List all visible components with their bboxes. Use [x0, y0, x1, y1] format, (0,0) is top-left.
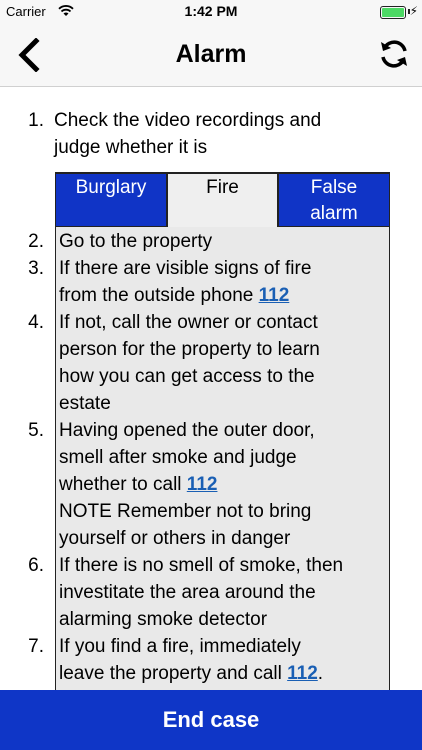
step-1-line: judge whether it is — [54, 137, 208, 158]
status-time: 1:42 PM — [184, 3, 238, 19]
tab-label: Burglary — [75, 177, 147, 198]
step-line: estate — [59, 393, 111, 414]
tab-false-alarm[interactable]: False alarm — [278, 173, 390, 227]
emergency-number-link[interactable]: 112 — [259, 285, 290, 306]
end-case-button[interactable]: End case — [0, 690, 422, 750]
step-line-text: whether to call — [59, 474, 187, 495]
tab-label: False — [310, 177, 358, 198]
step-line: yourself or others in danger — [59, 528, 291, 549]
step-line-text: from the outside phone — [59, 285, 259, 306]
step-line: Go to the property — [59, 231, 213, 252]
refresh-icon[interactable] — [378, 38, 410, 70]
step-line: NOTE Remember not to bring — [59, 501, 312, 522]
step-line: person for the property to learn — [59, 339, 320, 360]
step-number: 6. — [28, 555, 44, 576]
step-line: from the outside phone 112 — [59, 282, 384, 309]
battery-icon — [380, 6, 406, 19]
step-line-text: . — [317, 663, 324, 684]
step-line: leave the property and call 112. — [59, 660, 384, 687]
alarm-instructions: 1. Check the video recordings and judge … — [0, 86, 422, 690]
emergency-number-link[interactable]: 112 — [187, 474, 218, 495]
step-line: If there are visible signs of fire — [59, 258, 312, 279]
step-line: investitate the area around the — [59, 582, 316, 603]
step-number: 5. — [28, 420, 44, 441]
tab-fire[interactable]: Fire — [167, 173, 278, 227]
navigation-bar: Alarm — [0, 24, 422, 87]
tab-label: alarm — [310, 203, 358, 224]
step-number: 2. — [28, 231, 44, 252]
step-number: 1. — [28, 110, 44, 131]
step-line: smell after smoke and judge — [59, 447, 297, 468]
step-line: how you can get access to the — [59, 366, 315, 387]
step-line-text: leave the property and call — [59, 663, 288, 684]
step-number: 7. — [28, 636, 44, 657]
status-bar: Carrier 1:42 PM ⚡ — [0, 0, 422, 24]
step-line: whether to call 112 — [59, 471, 384, 498]
step-1-line: Check the video recordings and — [54, 110, 322, 131]
page-title: Alarm — [175, 40, 247, 68]
emergency-number-link[interactable]: 112 — [287, 663, 318, 684]
step-number: 3. — [28, 258, 44, 279]
step-line: Having opened the outer door, — [59, 420, 315, 441]
step-line: If you find a fire, immediately — [59, 636, 301, 657]
step-number: 4. — [28, 312, 44, 333]
tab-label: Fire — [206, 177, 239, 198]
tab-burglary[interactable]: Burglary — [55, 173, 167, 227]
step-line: alarming smoke detector — [59, 609, 268, 630]
step-line: If there is no smell of smoke, then — [59, 555, 344, 576]
charging-bolt-icon: ⚡ — [409, 4, 418, 18]
step-line: If not, call the owner or contact — [59, 312, 318, 333]
alarm-type-tabs: Burglary Fire False alarm — [55, 173, 390, 228]
